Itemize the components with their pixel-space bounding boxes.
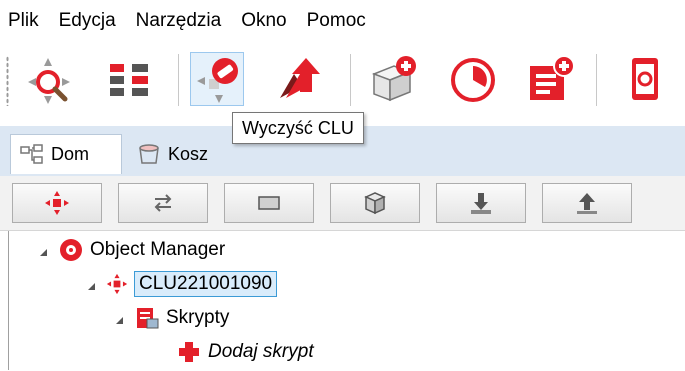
rectangle-button[interactable] xyxy=(224,183,314,223)
menu-edycja[interactable]: Edycja xyxy=(49,0,126,42)
expand-arrow-icon[interactable] xyxy=(84,277,98,291)
object-toolbar xyxy=(0,176,685,231)
swap-arrows-icon xyxy=(154,194,172,212)
cube-icon xyxy=(364,192,386,215)
add-document-button[interactable] xyxy=(524,52,578,106)
clu-button[interactable] xyxy=(12,183,102,223)
swap-button[interactable] xyxy=(118,183,208,223)
upload-icon xyxy=(577,193,597,214)
object-manager-icon xyxy=(58,237,84,263)
clock-button[interactable] xyxy=(446,52,500,106)
house-tree-icon xyxy=(19,143,45,167)
download-icon xyxy=(471,193,491,214)
expand-arrow-icon[interactable] xyxy=(112,311,126,325)
tree-label: Dodaj skrypt xyxy=(208,341,314,362)
toolbar-separator xyxy=(178,54,179,106)
tree-node-scripts[interactable]: Skrypty xyxy=(112,301,229,335)
add-object-icon xyxy=(371,56,416,102)
add-script-icon xyxy=(176,339,202,365)
menu-bar: Plik Edycja Narzędzia Okno Pomoc xyxy=(0,0,685,42)
main-toolbar xyxy=(0,42,685,122)
menu-narzedzia[interactable]: Narzędzia xyxy=(126,0,232,42)
clu-icon xyxy=(106,273,128,295)
device-icon xyxy=(632,58,658,100)
tree-node-clu[interactable]: CLU221001090 xyxy=(84,267,278,301)
clear-clu-button[interactable] xyxy=(190,52,244,106)
toolbar-grip[interactable] xyxy=(6,56,9,106)
object-tree: Object Manager CLU221001090 Skrypty Doda… xyxy=(0,231,685,370)
clear-clu-icon xyxy=(197,58,238,103)
add-object-button[interactable] xyxy=(366,52,420,106)
expand-arrow-icon[interactable] xyxy=(36,243,50,257)
modules-icon xyxy=(110,64,148,96)
tree-label: CLU221001090 xyxy=(134,271,278,297)
menu-plik[interactable]: Plik xyxy=(0,0,49,42)
menu-okno[interactable]: Okno xyxy=(231,0,296,42)
tree-label: Object Manager xyxy=(90,239,226,260)
upload-button[interactable] xyxy=(542,183,632,223)
tree-node-object-manager[interactable]: Object Manager xyxy=(36,233,225,267)
tab-dom[interactable]: Dom xyxy=(10,134,122,174)
trash-icon xyxy=(136,142,162,166)
tree-border xyxy=(8,231,9,370)
clock-icon xyxy=(451,58,495,102)
tree-label: Skrypty xyxy=(166,307,230,328)
search-network-icon xyxy=(28,58,70,104)
toolbar-separator xyxy=(350,54,351,106)
tooltip: Wyczyść CLU xyxy=(232,112,364,144)
tree-node-add-script[interactable]: Dodaj skrypt xyxy=(176,335,314,369)
rectangle-icon xyxy=(258,196,280,210)
scripts-icon xyxy=(134,305,160,331)
cube-button[interactable] xyxy=(330,183,420,223)
tab-kosz-label: Kosz xyxy=(168,143,209,164)
modules-button[interactable] xyxy=(102,52,156,106)
tab-kosz[interactable]: Kosz xyxy=(128,134,238,174)
upload-config-button[interactable] xyxy=(272,52,326,106)
tab-dom-label: Dom xyxy=(51,144,90,164)
device-button[interactable] xyxy=(618,52,672,106)
upload-config-icon xyxy=(280,58,320,98)
add-document-icon xyxy=(530,55,575,100)
search-network-button[interactable] xyxy=(18,52,72,106)
clu-icon xyxy=(45,191,69,215)
toolbar-separator xyxy=(596,54,597,106)
menu-pomoc[interactable]: Pomoc xyxy=(297,0,376,42)
download-button[interactable] xyxy=(436,183,526,223)
